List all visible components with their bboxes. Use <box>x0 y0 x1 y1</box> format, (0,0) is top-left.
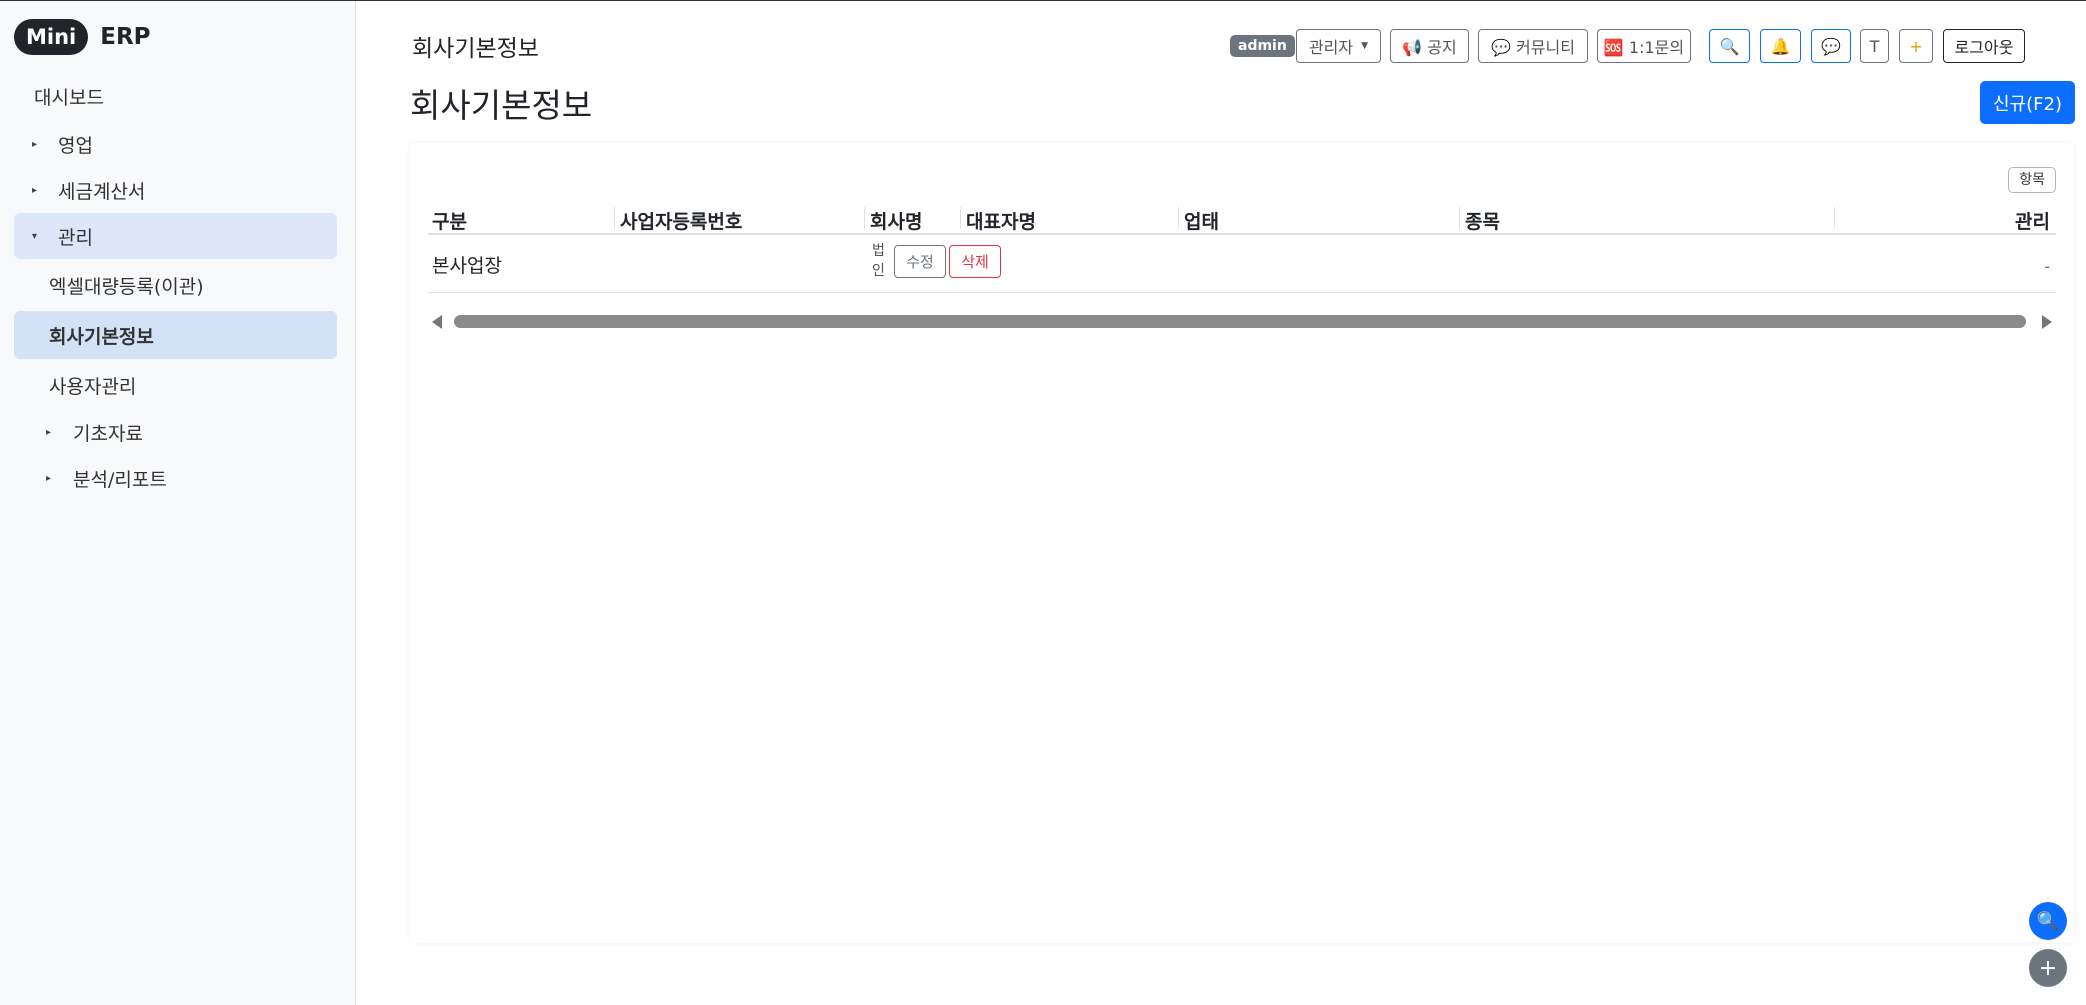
logout-button[interactable]: 로그아웃 <box>1943 29 2025 63</box>
sidebar-item-excel-import[interactable]: 엑셀대량등록(이관) <box>14 261 337 309</box>
inquiry-button[interactable]: 🆘 1:1문의 <box>1597 29 1691 63</box>
column-divider <box>614 207 615 229</box>
sidebar-group-analysis-report[interactable]: ▸ 분석/리포트 <box>14 455 337 501</box>
brand-pill: Mini <box>14 19 89 55</box>
brand-text: ERP <box>100 24 151 50</box>
table-row[interactable]: 본사업장 법인 수정 삭제 - <box>428 235 2056 293</box>
notice-button[interactable]: 📢 공지 <box>1390 29 1469 63</box>
floating-add-button[interactable]: + <box>2029 949 2067 987</box>
content-card: 항목 구분 사업자등록번호 회사명 대표자명 업태 종목 관리 본사업장 법인 … <box>410 143 2074 943</box>
column-divider <box>960 207 961 229</box>
sidebar-group-label: 분석/리포트 <box>73 468 167 491</box>
column-header[interactable]: 회사명 <box>870 207 922 234</box>
sidebar-nav: 대시보드 ▸ 영업 ▸ 세금계산서 ▾ 관리 엑셀대량등록(이관) 회사기본정보… <box>14 73 337 501</box>
sidebar-item-dashboard[interactable]: 대시보드 <box>14 73 337 119</box>
column-header[interactable]: 업태 <box>1184 207 1219 234</box>
column-divider <box>864 207 865 229</box>
sidebar-group-admin[interactable]: ▾ 관리 <box>14 213 337 259</box>
columns-button[interactable]: 항목 <box>2008 167 2056 193</box>
edit-button[interactable]: 수정 <box>894 245 946 278</box>
brand-logo[interactable]: Mini ERP <box>14 19 151 55</box>
floating-search-button[interactable]: 🔍 <box>2029 902 2067 940</box>
search-button[interactable]: 🔍 <box>1709 29 1750 63</box>
column-header[interactable]: 구분 <box>432 207 467 234</box>
search-icon: 🔍 <box>2036 910 2060 932</box>
user-badge: admin <box>1230 35 1295 57</box>
role-dropdown-label: 관리자 <box>1308 38 1354 57</box>
column-divider <box>1178 207 1179 229</box>
column-header[interactable]: 대표자명 <box>966 207 1036 234</box>
caret-right-icon: ▸ <box>46 472 52 484</box>
text-size-button[interactable]: T <box>1860 29 1889 63</box>
new-button[interactable]: 신규(F2) <box>1980 81 2075 124</box>
caret-right-icon: ▸ <box>32 138 38 150</box>
legal-type-cell: 법인 <box>872 243 885 279</box>
sidebar: Mini ERP 대시보드 ▸ 영업 ▸ 세금계산서 ▾ 관리 엑셀대량등록(이… <box>0 1 356 1005</box>
plus-icon: + <box>2038 955 2058 981</box>
page-title: 회사기본정보 <box>410 86 593 125</box>
sidebar-group-label: 관리 <box>58 226 93 249</box>
company-table: 구분 사업자등록번호 회사명 대표자명 업태 종목 관리 본사업장 법인 수정 … <box>428 203 2056 293</box>
caret-right-icon: ▸ <box>32 184 38 196</box>
caret-right-icon: ▸ <box>46 426 52 438</box>
table-header: 구분 사업자등록번호 회사명 대표자명 업태 종목 관리 <box>428 203 2056 235</box>
chevron-down-icon: ▼ <box>1361 41 1369 51</box>
horizontal-scrollbar[interactable] <box>428 313 2056 329</box>
notifications-button[interactable]: 🔔 <box>1760 29 1801 63</box>
search-icon: 🔍 <box>1719 36 1740 56</box>
manage-cell: - <box>2044 257 2050 276</box>
column-header[interactable]: 관리 <box>2015 207 2050 234</box>
scroll-right-arrow-icon[interactable] <box>2042 315 2052 329</box>
caret-down-icon: ▾ <box>32 230 38 242</box>
scrollbar-thumb[interactable] <box>454 315 2026 328</box>
role-dropdown[interactable]: 관리자 ▼ <box>1296 29 1381 63</box>
column-divider <box>1459 207 1460 229</box>
sidebar-item-user-management[interactable]: 사용자관리 <box>14 361 337 409</box>
sidebar-group-master-data[interactable]: ▸ 기초자료 <box>14 409 337 455</box>
bell-icon: 🔔 <box>1770 36 1791 56</box>
scroll-left-arrow-icon[interactable] <box>432 315 442 329</box>
delete-button[interactable]: 삭제 <box>949 245 1001 278</box>
sidebar-group-label: 영업 <box>58 134 93 157</box>
column-divider <box>1834 207 1835 229</box>
column-header[interactable]: 종목 <box>1465 207 1500 234</box>
sidebar-group-label: 기초자료 <box>73 422 143 445</box>
column-header[interactable]: 사업자등록번호 <box>620 207 742 234</box>
sidebar-item-company-info[interactable]: 회사기본정보 <box>14 311 337 359</box>
header-title: 회사기본정보 <box>412 36 539 62</box>
chat-icon: 💬 <box>1821 36 1841 56</box>
sidebar-group-tax-invoice[interactable]: ▸ 세금계산서 <box>14 167 337 213</box>
sidebar-group-sales[interactable]: ▸ 영업 <box>14 121 337 167</box>
sidebar-group-label: 세금계산서 <box>58 180 146 203</box>
type-cell: 본사업장 <box>432 255 502 277</box>
chat-button[interactable]: 💬 <box>1811 29 1851 63</box>
community-button[interactable]: 💬 커뮤니티 <box>1478 29 1588 63</box>
add-button[interactable]: + <box>1899 29 1933 63</box>
